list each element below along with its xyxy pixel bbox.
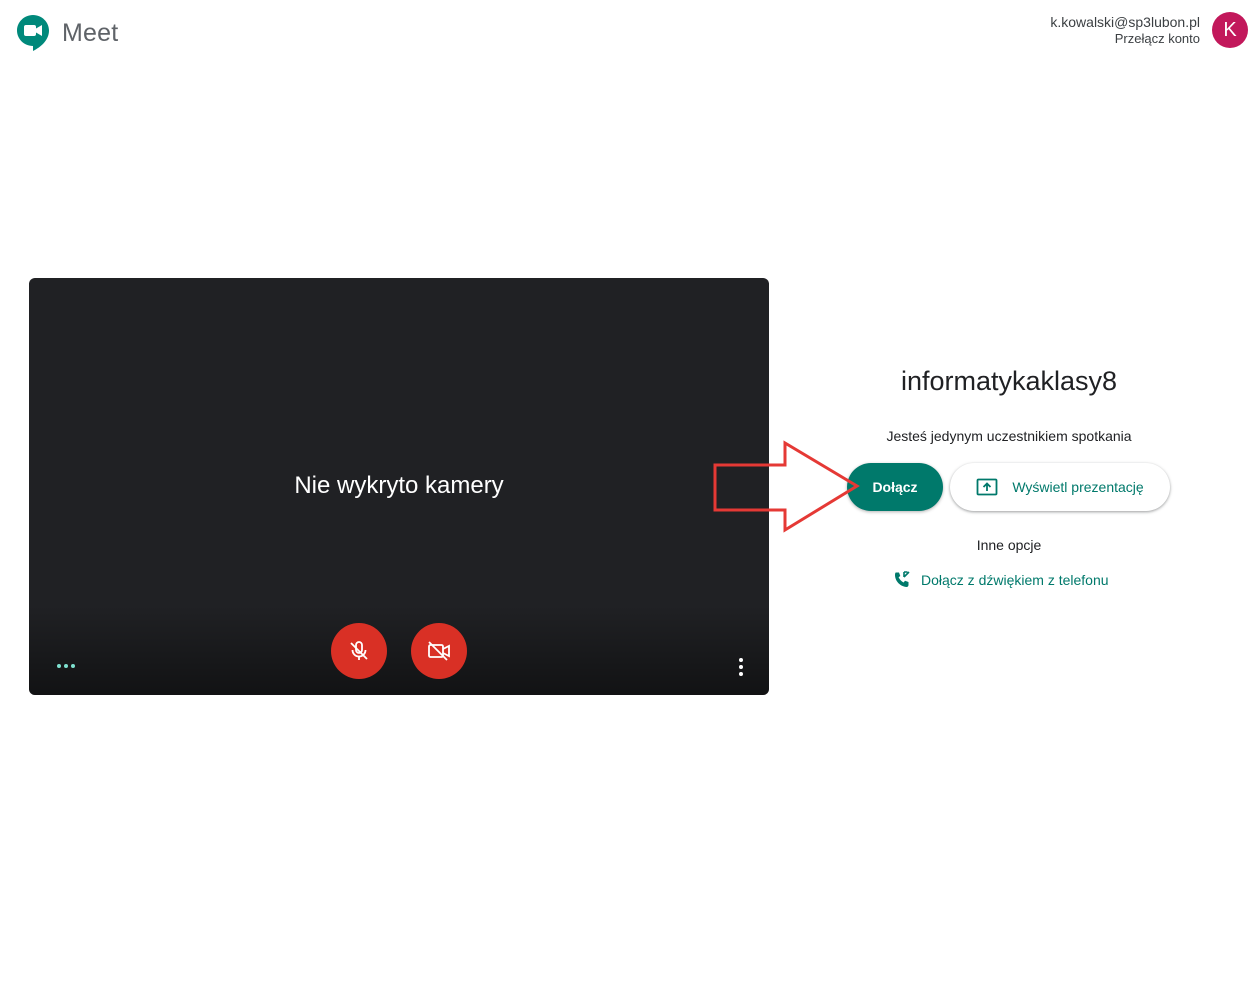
video-preview: Nie wykryto kamery bbox=[29, 278, 769, 695]
meeting-name: informatykaklasy8 bbox=[900, 366, 1118, 396]
mic-off-icon bbox=[350, 641, 368, 660]
camera-off-icon bbox=[428, 641, 450, 661]
meet-prejoin-page: Meet k.kowalski@sp3lubon.pl Przełącz kon… bbox=[0, 0, 1260, 981]
annotation-arrow-icon bbox=[713, 440, 860, 533]
audio-dot bbox=[64, 664, 68, 668]
audio-dot bbox=[71, 664, 75, 668]
switch-account-link[interactable]: Przełącz konto bbox=[1050, 31, 1200, 47]
present-button-label: Wyświetl prezentację bbox=[1012, 479, 1144, 495]
account-area: k.kowalski@sp3lubon.pl Przełącz konto K bbox=[1050, 12, 1248, 48]
mic-toggle-button[interactable] bbox=[331, 623, 387, 679]
account-email: k.kowalski@sp3lubon.pl bbox=[1050, 14, 1200, 30]
participants-status: Jesteś jedynym uczestnikiem spotkania bbox=[886, 428, 1132, 444]
meet-logo-icon bbox=[17, 15, 49, 51]
meet-logo[interactable]: Meet bbox=[16, 14, 118, 52]
no-camera-message: Nie wykryto kamery bbox=[294, 472, 504, 499]
present-screen-icon bbox=[976, 478, 998, 496]
present-button[interactable]: Wyświetl prezentację bbox=[950, 463, 1170, 511]
more-vert-icon bbox=[739, 658, 743, 662]
audio-dot bbox=[57, 664, 61, 668]
phone-audio-label: Dołącz z dźwiękiem z telefonu bbox=[921, 572, 1109, 588]
camera-toggle-button[interactable] bbox=[411, 623, 467, 679]
avatar[interactable]: K bbox=[1212, 12, 1248, 48]
more-options-button[interactable] bbox=[731, 656, 751, 678]
app-title: Meet bbox=[62, 18, 119, 47]
preview-gradient bbox=[29, 605, 769, 695]
account-info: k.kowalski@sp3lubon.pl Przełącz konto bbox=[1050, 13, 1200, 47]
more-vert-dot bbox=[739, 665, 743, 669]
join-phone-audio-link[interactable]: Dołącz z dźwiękiem z telefonu bbox=[892, 570, 1109, 590]
other-options-heading: Inne opcje bbox=[976, 537, 1042, 553]
more-vert-dot bbox=[739, 672, 743, 676]
audio-level-indicator bbox=[57, 664, 75, 668]
phone-forward-icon bbox=[895, 571, 910, 587]
